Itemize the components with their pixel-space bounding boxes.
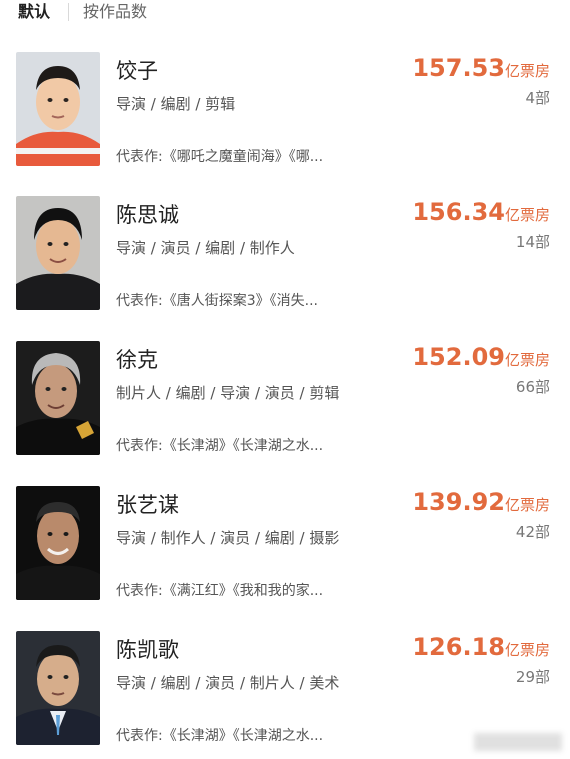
box-office-value: 156.34 [412, 198, 505, 226]
avatar-image [16, 341, 100, 455]
works-count: 66部 [515, 378, 550, 396]
avatar-image [16, 631, 100, 745]
box-office: 126.18亿票房 [412, 633, 550, 661]
box-office-value: 152.09 [412, 343, 505, 371]
person-name[interactable]: 饺子 [116, 58, 158, 84]
box-office-value: 139.92 [412, 488, 505, 516]
person-roles: 导演 / 制作人 / 演员 / 编剧 / 摄影 [116, 529, 340, 547]
avatar-image [16, 52, 100, 166]
list-item[interactable]: 徐克 制片人 / 编剧 / 导演 / 演员 / 剪辑 代表作:《长津湖》《长津湖… [0, 337, 570, 455]
works-count: 4部 [525, 89, 550, 107]
avatar[interactable] [16, 631, 100, 745]
representative-works: 代表作:《满江红》《我和我的家... [116, 583, 324, 599]
avatar[interactable] [16, 486, 100, 600]
works-count: 29部 [515, 668, 550, 686]
tab-by-works-count[interactable]: 按作品数 [83, 2, 147, 22]
box-office-unit: 亿票房 [504, 351, 550, 369]
avatar[interactable] [16, 196, 100, 310]
tab-divider [68, 3, 70, 21]
representative-works: 代表作:《哪吒之魔童闹海》《哪... [116, 149, 324, 165]
list-item[interactable]: 陈凯歌 导演 / 编剧 / 演员 / 制片人 / 美术 代表作:《长津湖》《长津… [0, 627, 570, 745]
person-name[interactable]: 徐克 [116, 347, 158, 373]
works-count: 14部 [515, 233, 550, 251]
list-item[interactable]: 饺子 导演 / 编剧 / 剪辑 代表作:《哪吒之魔童闹海》《哪... 157.5… [0, 48, 570, 166]
representative-works: 代表作:《唐人街探案3》《消失... [116, 293, 318, 309]
avatar[interactable] [16, 341, 100, 455]
representative-works: 代表作:《长津湖》《长津湖之水... [116, 728, 324, 744]
box-office: 152.09亿票房 [412, 343, 550, 371]
works-count: 42部 [515, 523, 550, 541]
box-office-value: 157.53 [412, 54, 505, 82]
person-name[interactable]: 张艺谋 [116, 492, 179, 518]
box-office-unit: 亿票房 [504, 62, 550, 80]
tab-default[interactable]: 默认 [18, 2, 50, 22]
avatar[interactable] [16, 52, 100, 166]
avatar-image [16, 486, 100, 600]
list-item[interactable]: 陈思诚 导演 / 演员 / 编剧 / 制作人 代表作:《唐人街探案3》《消失..… [0, 192, 570, 310]
box-office-unit: 亿票房 [504, 206, 550, 224]
person-roles: 导演 / 编剧 / 演员 / 制片人 / 美术 [116, 674, 340, 692]
representative-works: 代表作:《长津湖》《长津湖之水... [116, 438, 324, 454]
box-office-value: 126.18 [412, 633, 505, 661]
person-roles: 导演 / 演员 / 编剧 / 制作人 [116, 239, 295, 257]
avatar-image [16, 196, 100, 310]
box-office-unit: 亿票房 [504, 496, 550, 514]
person-name[interactable]: 陈思诚 [116, 202, 179, 228]
box-office: 157.53亿票房 [412, 54, 550, 82]
box-office: 156.34亿票房 [412, 198, 550, 226]
box-office-unit: 亿票房 [504, 641, 550, 659]
person-roles: 导演 / 编剧 / 剪辑 [116, 95, 236, 113]
list-item[interactable]: 张艺谋 导演 / 制作人 / 演员 / 编剧 / 摄影 代表作:《满江红》《我和… [0, 482, 570, 600]
sort-tabs: 默认 按作品数 [0, 0, 570, 24]
person-roles: 制片人 / 编剧 / 导演 / 演员 / 剪辑 [116, 384, 340, 402]
watermark [474, 733, 562, 751]
person-name[interactable]: 陈凯歌 [116, 637, 179, 663]
box-office: 139.92亿票房 [412, 488, 550, 516]
